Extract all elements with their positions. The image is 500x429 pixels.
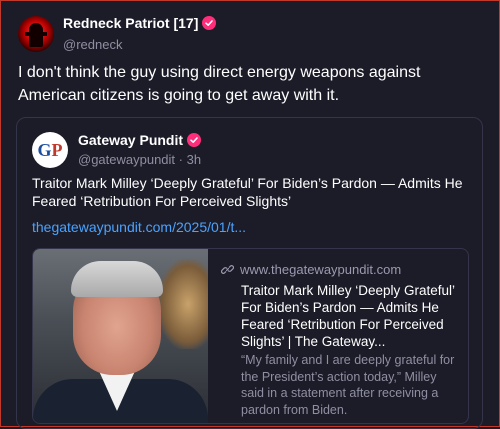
link-icon [220,265,235,274]
quoted-author-handle[interactable]: @gatewaypundit · 3h [78,152,201,167]
link-preview-domain: www.thegatewaypundit.com [220,262,402,277]
link-preview-title: Traitor Mark Milley ‘Deeply Grateful’ Fo… [241,283,455,349]
logo-letter-p: P [51,139,63,160]
post: Redneck Patriot [17] @redneck I don't th… [1,1,499,429]
link-preview-thumbnail [33,249,208,423]
quoted-post-card[interactable]: GP Gateway Pundit @gatewaypundit · 3h Tr… [16,117,483,429]
quoted-post-text: Traitor Mark Milley ‘Deeply Grateful’ Fo… [32,175,463,209]
verified-badge-icon [202,16,217,30]
gateway-pundit-avatar[interactable]: GP [32,132,68,168]
link-preview-card[interactable]: www.thegatewaypundit.com Traitor Mark Mi… [32,248,469,424]
post-text: I don't think the guy using direct energ… [18,64,421,104]
quoted-author-name-text: Gateway Pundit [78,132,184,148]
avatar-figure-icon [25,23,47,47]
author-name[interactable]: Redneck Patriot [17] [63,15,217,31]
link-preview-domain-text: www.thegatewaypundit.com [240,262,402,277]
quoted-author-name[interactable]: Gateway Pundit [78,132,202,148]
verified-badge-icon [187,133,202,147]
author-handle[interactable]: @redneck [63,37,122,52]
link-preview-description: “My family and I are deeply grateful for… [241,353,455,417]
logo-letter-g: G [37,139,52,160]
author-name-text: Redneck Patriot [17] [63,15,199,31]
quoted-post-link[interactable]: thegatewaypundit.com/2025/01/t... [32,219,246,235]
author-avatar[interactable] [18,16,54,52]
